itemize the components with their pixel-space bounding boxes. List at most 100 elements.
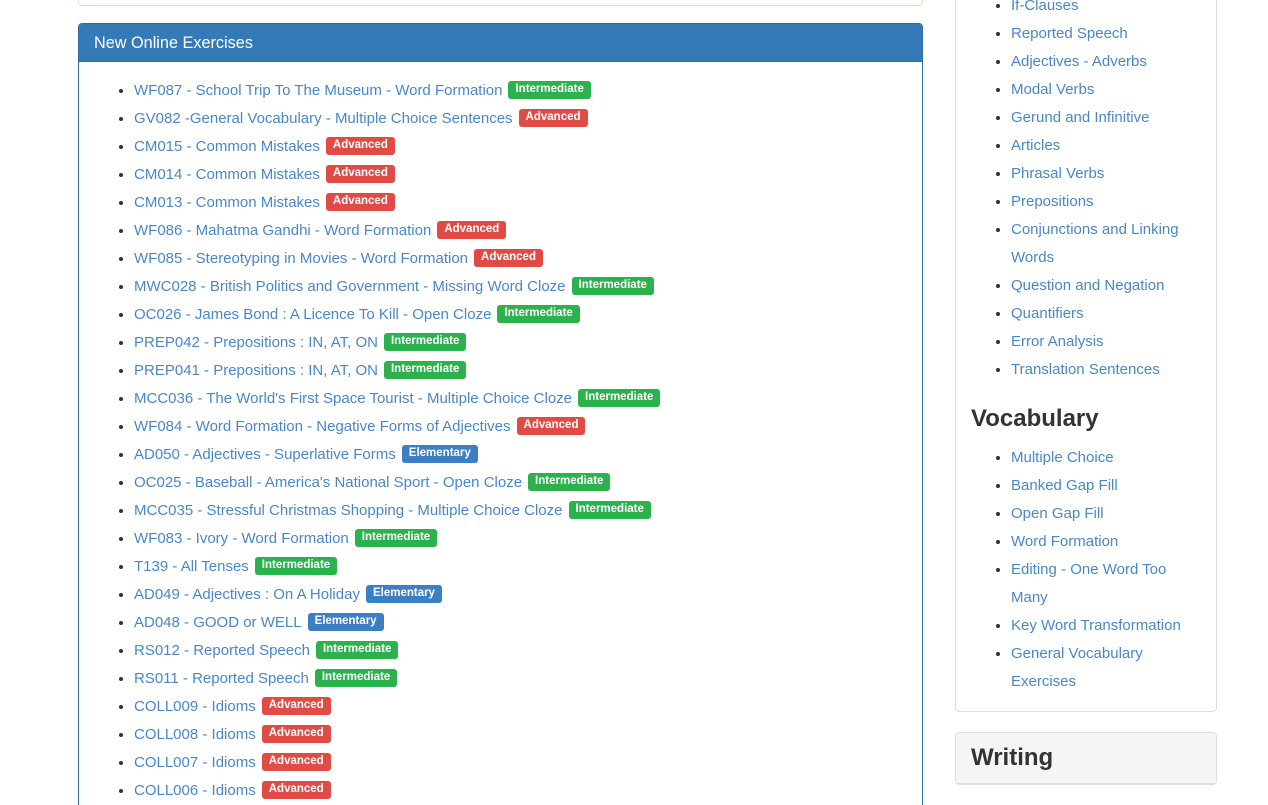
- sidebar-list-item: Error Analysis: [1011, 328, 1201, 356]
- sidebar-link[interactable]: Word Formation: [1011, 533, 1118, 550]
- level-badge: Advanced: [326, 165, 395, 184]
- main-content-column: New Online Exercises WF087 - School Trip…: [78, 0, 923, 805]
- sidebar-link[interactable]: Phrasal Verbs: [1011, 165, 1104, 182]
- exercise-link[interactable]: WF086 - Mahatma Gandhi - Word Formation: [134, 222, 431, 239]
- sidebar-link[interactable]: Key Word Transformation: [1011, 617, 1181, 634]
- new-online-exercises-panel: New Online Exercises WF087 - School Trip…: [78, 23, 923, 805]
- exercise-link[interactable]: WF083 - Ivory - Word Formation: [134, 530, 349, 547]
- categories-panel-body: Grammar TensesPassive VoiceIf-ClausesRep…: [956, 0, 1216, 711]
- level-badge: Advanced: [519, 109, 588, 128]
- exercise-list-item: GV082 -General Vocabulary - Multiple Cho…: [134, 105, 907, 133]
- sidebar-list-item: Question and Negation: [1011, 272, 1201, 300]
- exercise-link[interactable]: CM015 - Common Mistakes: [134, 138, 320, 155]
- sidebar-link[interactable]: Gerund and Infinitive: [1011, 109, 1149, 126]
- sidebar-link[interactable]: Prepositions: [1011, 193, 1094, 210]
- exercise-list-item: PREP042 - Prepositions : IN, AT, ON Inter…: [134, 329, 907, 357]
- exercise-link[interactable]: COLL008 - Idioms: [134, 726, 256, 743]
- sidebar-list-item: Prepositions: [1011, 188, 1201, 216]
- exercise-list-item: WF084 - Word Formation - Negative Forms …: [134, 413, 907, 441]
- level-badge: Intermediate: [384, 333, 466, 352]
- sidebar-link[interactable]: Banked Gap Fill: [1011, 477, 1118, 494]
- exercise-list-item: RS012 - Reported Speech Intermediate: [134, 637, 907, 665]
- sidebar-link[interactable]: Modal Verbs: [1011, 81, 1094, 98]
- sidebar-link[interactable]: Open Gap Fill: [1011, 505, 1104, 522]
- level-badge: Advanced: [326, 137, 395, 156]
- categories-panel: Grammar TensesPassive VoiceIf-ClausesRep…: [955, 0, 1217, 712]
- panel-green-partial: [78, 0, 923, 6]
- exercise-link[interactable]: COLL009 - Idioms: [134, 698, 256, 715]
- sidebar-link[interactable]: If-Clauses: [1011, 0, 1079, 14]
- writing-panel: Writing: [955, 732, 1217, 785]
- exercise-list-item: AD050 - Adjectives - Superlative FormsEl…: [134, 441, 907, 469]
- exercise-list-item: WF086 - Mahatma Gandhi - Word Formation A…: [134, 217, 907, 245]
- exercise-list-item: MCC036 - The World's First Space Tourist…: [134, 385, 907, 413]
- sidebar-link[interactable]: Multiple Choice: [1011, 449, 1114, 466]
- exercise-list-item: WF087 - School Trip To The Museum - Word…: [134, 77, 907, 105]
- sidebar-list-item: Conjunctions and Linking Words: [1011, 216, 1201, 272]
- exercise-list-item: AD049 - Adjectives : On A Holiday Element…: [134, 581, 907, 609]
- exercise-list-item: CM013 - Common MistakesAdvanced: [134, 189, 907, 217]
- exercise-link[interactable]: MCC036 - The World's First Space Tourist…: [134, 390, 572, 407]
- exercise-link[interactable]: AD048 - GOOD or WELL: [134, 614, 302, 631]
- exercise-link[interactable]: MCC035 - Stressful Christmas Shopping - …: [134, 502, 563, 519]
- exercise-link[interactable]: WF087 - School Trip To The Museum - Word…: [134, 82, 502, 99]
- exercise-link[interactable]: PREP041 - Prepositions : IN, AT, ON: [134, 362, 378, 379]
- exercise-link[interactable]: AD050 - Adjectives - Superlative Forms: [134, 446, 396, 463]
- exercise-link[interactable]: OC026 - James Bond : A Licence To Kill -…: [134, 306, 491, 323]
- exercise-list-item: WF085 - Stereotyping in Movies - Word Fo…: [134, 245, 907, 273]
- sidebar-link[interactable]: Adjectives - Adverbs: [1011, 53, 1147, 70]
- sidebar-list-item: Multiple Choice: [1011, 444, 1201, 472]
- level-badge: Advanced: [262, 781, 331, 800]
- exercise-link[interactable]: RS011 - Reported Speech: [134, 670, 309, 687]
- sidebar-link[interactable]: Articles: [1011, 137, 1060, 154]
- sidebar-link[interactable]: Editing - One Word Too Many: [1011, 561, 1166, 606]
- exercise-link[interactable]: AD049 - Adjectives : On A Holiday: [134, 586, 360, 603]
- exercise-link[interactable]: COLL007 - Idioms: [134, 754, 256, 771]
- exercise-link[interactable]: CM013 - Common Mistakes: [134, 194, 320, 211]
- grammar-list: TensesPassive VoiceIf-ClausesReported Sp…: [971, 0, 1201, 384]
- exercise-link[interactable]: MWC028 - British Politics and Government…: [134, 278, 566, 295]
- level-badge: Intermediate: [528, 473, 610, 492]
- exercise-link[interactable]: CM014 - Common Mistakes: [134, 166, 320, 183]
- exercise-list-item: COLL009 - Idioms Advanced: [134, 693, 907, 721]
- level-badge: Advanced: [262, 697, 331, 716]
- sidebar-link[interactable]: General Vocabulary Exercises: [1011, 645, 1143, 690]
- exercise-link[interactable]: WF084 - Word Formation - Negative Forms …: [134, 418, 511, 435]
- sidebar-list-item: Articles: [1011, 132, 1201, 160]
- sidebar-list-item: If-Clauses: [1011, 0, 1201, 20]
- exercise-link[interactable]: OC025 - Baseball - America's National Sp…: [134, 474, 522, 491]
- level-badge: Elementary: [366, 585, 442, 604]
- level-badge: Intermediate: [578, 389, 660, 408]
- exercise-list-item: AD048 - GOOD or WELL Elementary: [134, 609, 907, 637]
- exercise-list-item: CM014 - Common Mistakes Advanced: [134, 161, 907, 189]
- sidebar-list-item: Key Word Transformation: [1011, 612, 1201, 640]
- sidebar-link[interactable]: Translation Sentences: [1011, 361, 1160, 378]
- exercise-link[interactable]: COLL006 - Idioms: [134, 782, 256, 799]
- panel-body: WF087 - School Trip To The Museum - Word…: [79, 62, 922, 805]
- page-title: New Online Exercises: [94, 34, 907, 52]
- exercise-list-item: PREP041 - Prepositions : IN, AT, ONInter…: [134, 357, 907, 385]
- exercise-link[interactable]: RS012 - Reported Speech: [134, 642, 310, 659]
- exercise-list-item: T139 - All TensesIntermediate: [134, 553, 907, 581]
- sidebar-link[interactable]: Question and Negation: [1011, 277, 1164, 294]
- sidebar-list-item: Translation Sentences: [1011, 356, 1201, 384]
- level-badge: Advanced: [437, 221, 506, 240]
- sidebar-column: Grammar TensesPassive VoiceIf-ClausesRep…: [955, 0, 1217, 805]
- exercise-link[interactable]: PREP042 - Prepositions : IN, AT, ON: [134, 334, 378, 351]
- sidebar-list-item: Open Gap Fill: [1011, 500, 1201, 528]
- exercise-link[interactable]: T139 - All Tenses: [134, 558, 249, 575]
- sidebar-link[interactable]: Quantifiers: [1011, 305, 1084, 322]
- level-badge: Elementary: [308, 613, 384, 632]
- level-badge: Intermediate: [316, 641, 398, 660]
- sidebar-list-item: Phrasal Verbs: [1011, 160, 1201, 188]
- sidebar-link[interactable]: Conjunctions and Linking Words: [1011, 221, 1179, 266]
- sidebar-link[interactable]: Reported Speech: [1011, 25, 1128, 42]
- exercise-list-item: COLL007 - IdiomsAdvanced: [134, 749, 907, 777]
- exercise-link[interactable]: WF085 - Stereotyping in Movies - Word Fo…: [134, 250, 468, 267]
- level-badge: Intermediate: [355, 529, 437, 548]
- level-badge: Intermediate: [508, 81, 590, 100]
- sidebar-list-item: Editing - One Word Too Many: [1011, 556, 1201, 612]
- sidebar-link[interactable]: Error Analysis: [1011, 333, 1104, 350]
- vocabulary-list: Multiple Choice Banked Gap Fill Open Gap F…: [971, 444, 1201, 696]
- exercise-link[interactable]: GV082 -General Vocabulary - Multiple Cho…: [134, 110, 513, 127]
